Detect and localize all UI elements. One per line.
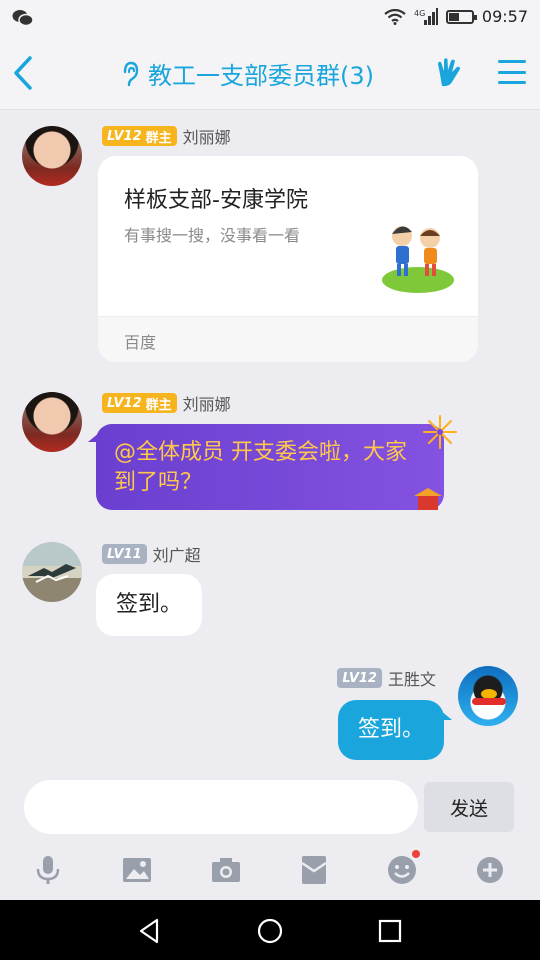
message-text: @全体成员 开支委会啦，大家到了吗？ (114, 440, 407, 495)
send-button[interactable]: 发送 (424, 782, 514, 832)
level-badge: LV12 群主 (102, 393, 177, 413)
birds-photo-icon (28, 564, 76, 583)
sender-name: 刘广超 (152, 546, 201, 565)
ear-icon (123, 61, 139, 86)
avatar[interactable] (22, 392, 82, 452)
input-bar: 发送 (0, 772, 540, 900)
toolbar (0, 850, 540, 890)
camera-icon[interactable] (206, 850, 246, 890)
card-source: 百度 (124, 333, 157, 352)
status-bar: 4G 09:57 (0, 0, 540, 36)
nav-recents-icon[interactable] (373, 914, 407, 948)
red-packet-icon[interactable] (294, 850, 334, 890)
nav-home-icon[interactable] (253, 914, 287, 948)
hand-gesture-icon[interactable] (434, 56, 464, 88)
system-nav-bar (0, 900, 540, 960)
card-description: 有事搜一搜，没事看一看 (124, 226, 301, 245)
back-icon[interactable] (6, 50, 46, 96)
message-text: 签到。 (357, 717, 424, 742)
avatar[interactable] (22, 542, 82, 602)
sender-line: LV12 群主 刘丽娜 (102, 124, 231, 148)
sender-name: 刘丽娜 (182, 395, 231, 414)
level-badge: LV11 (102, 544, 147, 564)
message-bubble[interactable]: 签到。 (96, 574, 203, 636)
level-badge: LV12 (337, 668, 382, 688)
nav-back-icon[interactable] (132, 914, 166, 948)
status-time: 09:57 (481, 7, 528, 26)
pagoda-icon (414, 488, 442, 510)
sender-line: LV11 刘广超 (102, 542, 201, 566)
card-title: 样板支部-安康学院 (124, 188, 308, 213)
firework-icon (423, 415, 457, 449)
plus-icon[interactable] (470, 850, 510, 890)
chat-title: 教工一支部委员群(3) (148, 62, 374, 90)
chat-title-area[interactable]: 教工一支部委员群(3) (120, 56, 374, 91)
message-bubble-announcement[interactable]: @全体成员 开支委会啦，大家到了吗？ (88, 424, 444, 510)
sender-name: 王胜文 (387, 670, 436, 689)
image-icon[interactable] (117, 850, 157, 890)
avatar[interactable] (458, 666, 518, 726)
message-input[interactable] (24, 780, 418, 834)
chat-header: 教工一支部委员群(3) (0, 36, 540, 110)
card-source-bar: 百度 (98, 316, 478, 362)
signal-icon: 4G (414, 7, 438, 25)
sender-line: LV12 王胜文 (337, 666, 436, 690)
wechat-icon (12, 10, 34, 27)
notification-dot (412, 850, 420, 858)
sender-line: LV12 群主 刘丽娜 (102, 391, 231, 415)
menu-icon[interactable] (498, 60, 526, 84)
sender-name: 刘丽娜 (182, 128, 231, 147)
avatar[interactable] (22, 126, 82, 186)
wifi-icon (384, 8, 406, 25)
microphone-icon[interactable] (28, 850, 68, 890)
level-badge: LV12 群主 (102, 126, 177, 146)
share-card[interactable]: 样板支部-安康学院 有事搜一搜，没事看一看 百度 (98, 156, 478, 362)
kids-illustration-icon (382, 226, 454, 293)
emoji-icon[interactable] (382, 850, 422, 890)
message-text: 签到。 (116, 592, 183, 617)
message-bubble-self[interactable]: 签到。 (337, 700, 452, 760)
battery-icon (445, 9, 477, 24)
svg-text:4G: 4G (414, 9, 425, 18)
